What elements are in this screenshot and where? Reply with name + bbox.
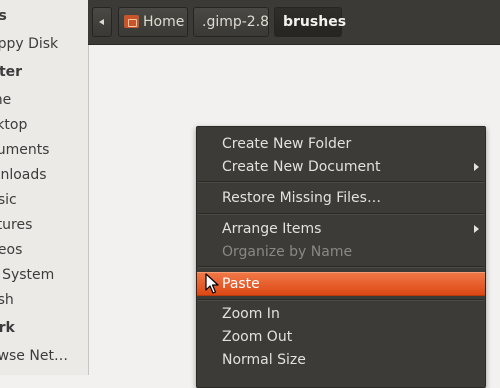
context-menu: Create New Folder Create New Document Re…: [196, 126, 486, 388]
menu-item-create-new-folder[interactable]: Create New Folder: [197, 133, 485, 155]
places-sidebar: es oppy Disk uter me sktop cuments wnloa…: [0, 0, 89, 375]
menu-separator: [198, 181, 484, 183]
sidebar-item-file-system[interactable]: e System: [0, 267, 54, 283]
mouse-pointer-icon: [205, 273, 219, 294]
menu-separator: [198, 213, 484, 215]
menu-item-arrange-items-label: Arrange Items: [222, 221, 322, 237]
sidebar-header-network: ork: [0, 320, 15, 336]
menu-item-create-new-document[interactable]: Create New Document: [197, 156, 485, 178]
sidebar-header-computer: uter: [0, 64, 23, 80]
sidebar-item-pictures[interactable]: ctures: [0, 217, 32, 233]
crumb-brushes-label: brushes: [283, 14, 347, 30]
sidebar-item-desktop[interactable]: sktop: [0, 117, 27, 133]
sidebar-item-home[interactable]: me: [0, 92, 11, 108]
sidebar-item-downloads[interactable]: wnloads: [0, 167, 47, 183]
crumb-home[interactable]: Home: [118, 7, 188, 37]
sidebar-item-music[interactable]: usic: [0, 192, 17, 208]
crumb-brushes[interactable]: brushes: [274, 7, 346, 37]
menu-item-zoom-out[interactable]: Zoom Out: [197, 326, 485, 348]
sidebar-item-browse-network[interactable]: owse Net…: [0, 348, 68, 364]
path-bar: Home .gimp-2.8 brushes: [88, 0, 500, 45]
menu-item-create-new-document-label: Create New Document: [222, 159, 381, 175]
back-crumb-button[interactable]: [92, 7, 112, 37]
submenu-arrow-icon: [474, 163, 479, 171]
menu-item-normal-size[interactable]: Normal Size: [197, 349, 485, 371]
sidebar-item-videos[interactable]: deos: [0, 242, 22, 258]
menu-item-zoom-in[interactable]: Zoom In: [197, 303, 485, 325]
sidebar-item-documents[interactable]: cuments: [0, 142, 49, 158]
menu-separator: [198, 266, 484, 268]
submenu-arrow-icon: [474, 225, 479, 233]
menu-separator: [198, 299, 484, 301]
menu-item-paste[interactable]: Paste: [197, 272, 485, 296]
crumb-home-label: Home: [143, 14, 185, 30]
crumb-gimp-label: .gimp-2.8: [202, 14, 270, 30]
chevron-left-icon: [99, 19, 104, 25]
sidebar-item-floppy-disk[interactable]: oppy Disk: [0, 36, 58, 52]
sidebar-item-trash[interactable]: ash: [0, 292, 14, 308]
crumb-gimp[interactable]: .gimp-2.8: [193, 7, 269, 37]
home-folder-icon: [124, 15, 139, 28]
menu-item-organize-by-name: Organize by Name: [222, 244, 353, 260]
sidebar-header-devices: es: [0, 8, 7, 24]
menu-item-arrange-items[interactable]: Arrange Items: [197, 218, 485, 240]
menu-item-restore-missing-files[interactable]: Restore Missing Files…: [197, 187, 485, 209]
